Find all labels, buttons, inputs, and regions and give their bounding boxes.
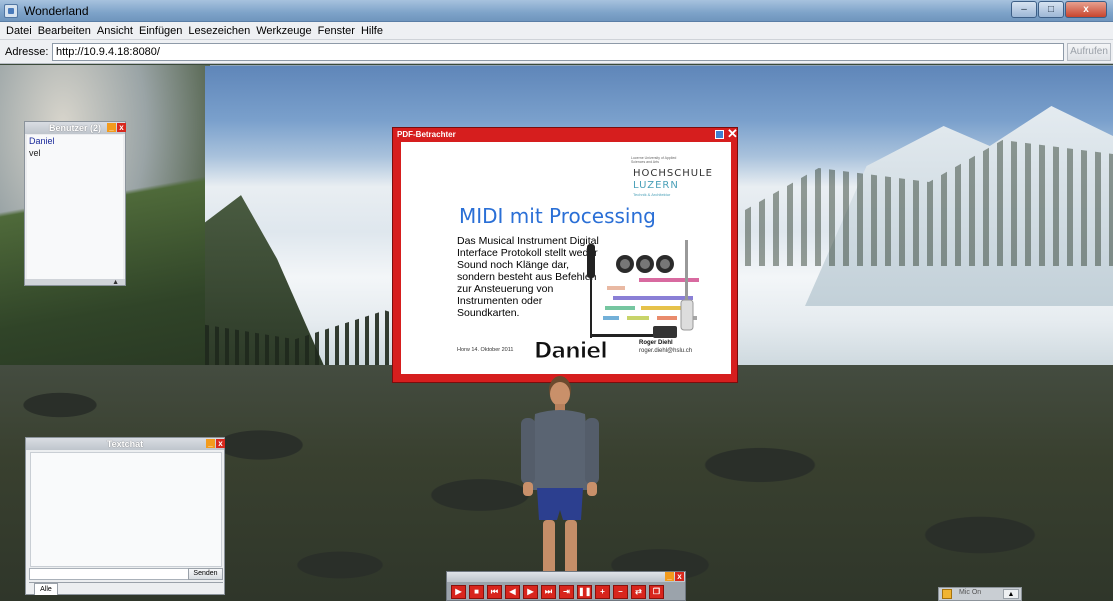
microphone-icon[interactable] xyxy=(942,589,952,599)
slide-body: Das Musical Instrument Digital Interface… xyxy=(457,235,599,319)
chat-log xyxy=(30,452,222,567)
user-item-daniel[interactable]: Daniel xyxy=(27,135,123,147)
scroll-up-icon[interactable]: ▲ xyxy=(112,279,119,286)
chat-minimize-button[interactable]: _ xyxy=(206,439,215,448)
last-page-icon[interactable]: ⏭ xyxy=(541,585,556,599)
address-input[interactable] xyxy=(52,43,1064,61)
chat-panel: Textchat _ x Senden Alle xyxy=(25,437,225,595)
sync-icon[interactable]: ⇄ xyxy=(631,585,646,599)
slide-email: roger.diehl@hslu.ch xyxy=(639,348,693,354)
maximize-button[interactable]: □ xyxy=(1038,1,1064,18)
chat-close-button[interactable]: x xyxy=(216,439,225,448)
menu-bearbeiten[interactable]: Bearbeiten xyxy=(35,25,94,37)
next-icon[interactable]: ▶ xyxy=(523,585,538,599)
zoom-out-icon[interactable]: – xyxy=(613,585,628,599)
title-bar: Wonderland – □ x xyxy=(0,0,1113,22)
send-button[interactable]: Senden xyxy=(188,568,223,580)
address-bar: Adresse: Aufrufen xyxy=(0,40,1113,64)
pause-icon[interactable]: ❚❚ xyxy=(577,585,592,599)
users-close-button[interactable]: x xyxy=(117,123,126,132)
audio-status-widget: Mic On ▲ xyxy=(938,587,1022,601)
audio-expand-button[interactable]: ▲ xyxy=(1003,589,1019,599)
previous-icon[interactable]: ◀ xyxy=(505,585,520,599)
menu-lesezeichen[interactable]: Lesezeichen xyxy=(185,25,253,37)
zoom-in-icon[interactable]: + xyxy=(595,585,610,599)
menu-werkzeuge[interactable]: Werkzeuge xyxy=(253,25,314,37)
pdf-viewer-title: PDF-Betrachter xyxy=(397,130,456,139)
copy-icon[interactable]: ❐ xyxy=(649,585,664,599)
window-icon[interactable] xyxy=(715,130,724,139)
go-button[interactable]: Aufrufen xyxy=(1067,43,1111,61)
window-title: Wonderland xyxy=(24,4,89,18)
pdf-close-button[interactable]: ✕ xyxy=(727,127,738,140)
media-minimize-button[interactable]: _ xyxy=(665,572,674,581)
university-name-line2: LUZERN xyxy=(633,180,679,191)
address-label: Adresse: xyxy=(5,46,49,58)
menu-hilfe[interactable]: Hilfe xyxy=(358,25,386,37)
menu-bar: Datei Bearbeiten Ansicht Einfügen Leseze… xyxy=(0,22,1113,40)
midi-cable-illustration xyxy=(587,240,699,338)
menu-ansicht[interactable]: Ansicht xyxy=(94,25,136,37)
app-icon xyxy=(4,4,18,18)
avatar[interactable] xyxy=(515,370,605,596)
university-name-line1: HOCHSCHULE xyxy=(633,168,713,179)
stop-icon[interactable]: ■ xyxy=(469,585,484,599)
university-subtitle: Lucerne University of Applied Sciences a… xyxy=(631,156,677,164)
slide-title: MIDI mit Processing xyxy=(459,204,656,228)
minimize-button[interactable]: – xyxy=(1011,1,1037,18)
window-controls: – □ x xyxy=(1011,1,1107,18)
tab-divider xyxy=(29,582,223,583)
avatar-name-tag: Daniel xyxy=(534,339,609,365)
chat-input[interactable] xyxy=(29,568,205,580)
media-toolbar-header[interactable] xyxy=(447,572,685,582)
menu-datei[interactable]: Datei xyxy=(3,25,35,37)
menu-fenster[interactable]: Fenster xyxy=(315,25,358,37)
goto-page-icon[interactable]: ⇥ xyxy=(559,585,574,599)
users-minimize-button[interactable]: _ xyxy=(107,123,116,132)
media-toolbar: _ x ▶ ■ ⏮ ◀ ▶ ⏭ ⇥ ❚❚ + – ⇄ ❐ xyxy=(446,571,686,601)
chat-panel-title[interactable]: Textchat xyxy=(26,438,224,450)
first-page-icon[interactable]: ⏮ xyxy=(487,585,502,599)
users-panel: Benutzer (2) _ x Daniel vel ▲ xyxy=(24,121,126,286)
tab-alle[interactable]: Alle xyxy=(34,583,58,595)
audio-status-text: Mic On xyxy=(959,589,982,596)
media-controls: ▶ ■ ⏮ ◀ ▶ ⏭ ⇥ ❚❚ + – ⇄ ❐ xyxy=(451,585,664,599)
users-scrollbar[interactable]: ▲ xyxy=(25,279,125,286)
users-list: Daniel vel xyxy=(27,135,123,279)
slide-date: Horw 14. Oktober 2011 xyxy=(457,347,514,353)
play-icon[interactable]: ▶ xyxy=(451,585,466,599)
slide-author: Roger Diehl xyxy=(639,340,673,346)
media-close-button[interactable]: x xyxy=(675,572,684,581)
close-button[interactable]: x xyxy=(1065,1,1107,18)
university-department: Technik & Architektur xyxy=(633,192,671,197)
menu-einfuegen[interactable]: Einfügen xyxy=(136,25,185,37)
user-item-vel[interactable]: vel xyxy=(27,147,123,159)
